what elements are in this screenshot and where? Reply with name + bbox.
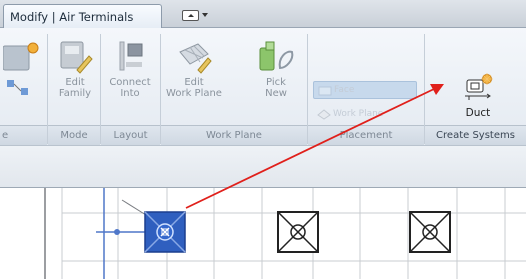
duct-button[interactable]: Duct [450,72,506,119]
panel-title-partial: e [0,125,47,145]
pick-new-icon [259,41,294,71]
drawing-canvas[interactable] [0,188,526,279]
work-plane-placement-button[interactable]: Work Plane [313,106,417,124]
properties-icon [3,42,39,95]
pick-new-button[interactable]: Pick New [254,40,298,99]
pick-new-label: Pick New [265,77,287,99]
panel-title-layout: Layout [101,125,160,145]
ceiling-grid [44,188,526,279]
ribbon-tab-strip: Modify | Air Terminals [0,0,526,28]
face-placement-button[interactable]: Face [313,81,417,99]
edit-family-button[interactable]: Edit Family [53,40,97,99]
ribbon: Edit Family Connect Into Edit Work Plane… [0,28,526,146]
work-plane-icon [317,109,331,120]
tab-modify-air-terminals[interactable]: Modify | Air Terminals [3,4,162,28]
work-plane-label: Work Plane [333,109,384,119]
panel-title-placement: Placement [308,125,424,145]
chevron-down-icon [202,13,208,17]
panel-title-work-plane: Work Plane [161,125,307,145]
edit-work-plane-icon [179,43,212,74]
face-label: Face [334,85,355,95]
connect-into-button[interactable]: Connect Into [106,40,154,99]
face-icon [318,86,332,96]
panel-toggle-dropdown[interactable] [182,8,212,22]
panel-toggle-icon [182,9,199,21]
duct-system-icon [465,73,493,100]
edit-work-plane-button[interactable]: Edit Work Plane [166,40,222,99]
partial-properties-tool[interactable] [2,40,44,103]
options-bar [0,146,526,188]
duct-label: Duct [465,107,491,119]
panel-title-mode: Mode [48,125,100,145]
edit-work-plane-label: Edit Work Plane [166,77,222,99]
edit-family-label: Edit Family [58,77,92,99]
connect-into-label: Connect Into [109,77,151,99]
edit-family-icon [60,41,93,74]
connect-into-icon [119,41,143,71]
panel-title-create-systems: Create Systems [425,125,526,145]
